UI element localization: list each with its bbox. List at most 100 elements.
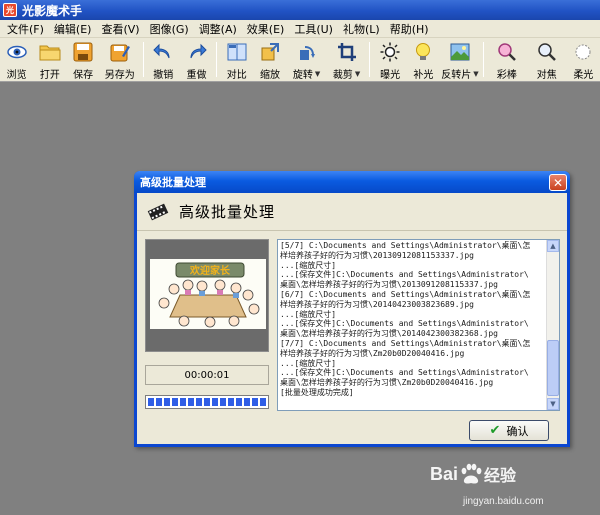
menu-edit[interactable]: 编辑(E)	[49, 21, 97, 37]
toolbar: 浏览 打开 保存 另存为 撤销 重做 对比 缩放 旋转 ▼ 裁剪 ▼ 曝光 补光…	[0, 38, 600, 82]
invert-label-text: 反转片	[441, 70, 472, 81]
classroom-cartoon-image: 欢迎家长	[150, 259, 266, 329]
browse-label: 浏览	[6, 70, 27, 81]
crop-button[interactable]: 裁剪 ▼	[327, 38, 367, 81]
menu-image[interactable]: 图像(G)	[145, 21, 194, 37]
focus-label: 对焦	[536, 70, 557, 81]
app-logo-icon: 光	[3, 3, 17, 17]
chevron-down-icon[interactable]: ▼	[355, 70, 360, 78]
scroll-down-icon[interactable]: ▼	[547, 398, 559, 410]
fill-light-label: 补光	[413, 70, 434, 81]
magnifier-color-icon	[496, 41, 518, 63]
watermark-brand: Bai 经验	[430, 462, 516, 486]
log-line: 桌面\怎样培养孩子好的行为习惯\2013091208115337.jpg	[280, 280, 498, 290]
compare-button[interactable]: 对比	[220, 38, 253, 81]
save-button[interactable]: 保存	[67, 38, 100, 81]
log-line: [6/7] C:\Documents and Settings\Administ…	[280, 289, 531, 299]
save-as-button[interactable]: 另存为	[100, 38, 140, 81]
exposure-label: 曝光	[380, 70, 401, 81]
progress-bar	[145, 395, 269, 409]
floppy-pen-icon	[109, 41, 131, 63]
invert-button[interactable]: 反转片 ▼	[440, 38, 480, 81]
dialog-header: 高级批量处理	[137, 193, 567, 231]
log-line: 样培养孩子好的行为习惯\20140423003823689.jpg	[280, 299, 474, 309]
dialog-title: 高级批量处理	[140, 176, 206, 189]
fill-light-button[interactable]: 补光	[407, 38, 440, 81]
app-title: 光影魔术手	[22, 3, 83, 18]
rotate-label-text: 旋转	[292, 70, 313, 81]
focus-button[interactable]: 对焦	[527, 38, 567, 81]
baidu-watermark: Bai 经验 jingyan.baidu.com	[430, 460, 600, 515]
sun-icon	[379, 41, 401, 63]
elapsed-timer: 00:00:01	[145, 365, 269, 385]
progress-fill	[148, 398, 266, 406]
chevron-down-icon[interactable]: ▼	[315, 70, 320, 78]
compare-label: 对比	[226, 70, 247, 81]
batch-process-dialog: 高级批量处理 ✕ 高级批量处理 欢迎家长 00:00:01 [5/7] C:\D…	[134, 171, 570, 447]
log-line: [5/7] C:\Documents and Settings\Administ…	[280, 241, 531, 250]
log-line: ...[缩放尺寸]	[280, 358, 337, 368]
menu-adjust[interactable]: 调整(A)	[194, 21, 242, 37]
save-label: 保存	[73, 70, 94, 81]
toolbar-separator	[369, 42, 371, 77]
redo-arrow-icon	[186, 41, 208, 63]
app-titlebar: 光 光影魔术手	[0, 0, 600, 20]
chevron-down-icon[interactable]: ▼	[473, 70, 478, 78]
open-button[interactable]: 打开	[33, 38, 66, 81]
menu-effects[interactable]: 效果(E)	[242, 21, 290, 37]
crop-label-text: 裁剪	[332, 70, 353, 81]
image-preview: 欢迎家长	[145, 239, 269, 352]
redo-button[interactable]: 重做	[180, 38, 213, 81]
redo-label: 重做	[186, 70, 207, 81]
eye-icon	[6, 41, 28, 63]
close-icon[interactable]: ✕	[549, 174, 567, 191]
preview-thumbnail: 欢迎家长	[150, 259, 266, 329]
undo-arrow-icon	[152, 41, 174, 63]
log-scrollbar[interactable]: ▲ ▼	[546, 240, 559, 410]
toolbar-separator	[216, 42, 218, 77]
magnifier-icon	[536, 41, 558, 63]
undo-label: 撤销	[153, 70, 174, 81]
browse-button[interactable]: 浏览	[0, 38, 33, 81]
menu-file[interactable]: 文件(F)	[2, 21, 49, 37]
log-line: ...[缩放尺寸]	[280, 309, 337, 319]
menu-tools[interactable]: 工具(U)	[289, 21, 338, 37]
scroll-up-icon[interactable]: ▲	[547, 240, 559, 252]
scrollbar-thumb[interactable]	[547, 340, 559, 396]
processing-log[interactable]: [5/7] C:\Documents and Settings\Administ…	[277, 239, 560, 411]
soft-light-label: 柔光	[573, 70, 594, 81]
log-line: 样培养孩子好的行为习惯\Zm20b0D20040416.jpg	[280, 348, 465, 358]
resize-icon	[259, 41, 281, 63]
log-line: ...[保存文件]C:\Documents and Settings\Admin…	[280, 270, 529, 280]
folder-icon	[39, 41, 61, 63]
menu-view[interactable]: 查看(V)	[96, 21, 144, 37]
film-photo-icon	[449, 41, 471, 63]
rotate-label: 旋转 ▼	[292, 66, 320, 82]
soft-light-icon	[572, 41, 594, 63]
confirm-button[interactable]: ✔ 确认	[469, 420, 549, 441]
rotate-button[interactable]: 旋转 ▼	[287, 38, 327, 81]
dialog-heading: 高级批量处理	[179, 203, 276, 221]
log-line: 桌面\怎样培养孩子好的行为习惯\Zm20b0D20040416.jpg	[280, 378, 494, 388]
watermark-url: jingyan.baidu.com	[463, 496, 544, 507]
log-text: [5/7] C:\Documents and Settings\Administ…	[280, 241, 546, 398]
toolbar-separator	[482, 42, 484, 77]
undo-button[interactable]: 撤销	[147, 38, 180, 81]
compare-icon	[226, 41, 248, 63]
resize-label: 缩放	[260, 70, 281, 81]
open-label: 打开	[39, 70, 60, 81]
color-pencil-label: 彩棒	[496, 70, 517, 81]
crop-icon	[336, 41, 358, 63]
menu-gifts[interactable]: 礼物(L)	[338, 21, 385, 37]
log-line: ...[保存文件]C:\Documents and Settings\Admin…	[280, 319, 529, 329]
exposure-button[interactable]: 曝光	[373, 38, 406, 81]
watermark-brand-left: Bai	[430, 463, 459, 484]
soft-light-button[interactable]: 柔光	[567, 38, 600, 81]
preview-banner-text: 欢迎家长	[189, 264, 231, 277]
resize-button[interactable]: 缩放	[253, 38, 286, 81]
color-pencil-button[interactable]: 彩棒	[487, 38, 527, 81]
dialog-titlebar[interactable]: 高级批量处理 ✕	[134, 171, 570, 193]
log-line: ...[缩放尺寸]	[280, 260, 337, 270]
menu-help[interactable]: 帮助(H)	[385, 21, 434, 37]
log-line: [批量处理成功完成]	[280, 387, 354, 397]
